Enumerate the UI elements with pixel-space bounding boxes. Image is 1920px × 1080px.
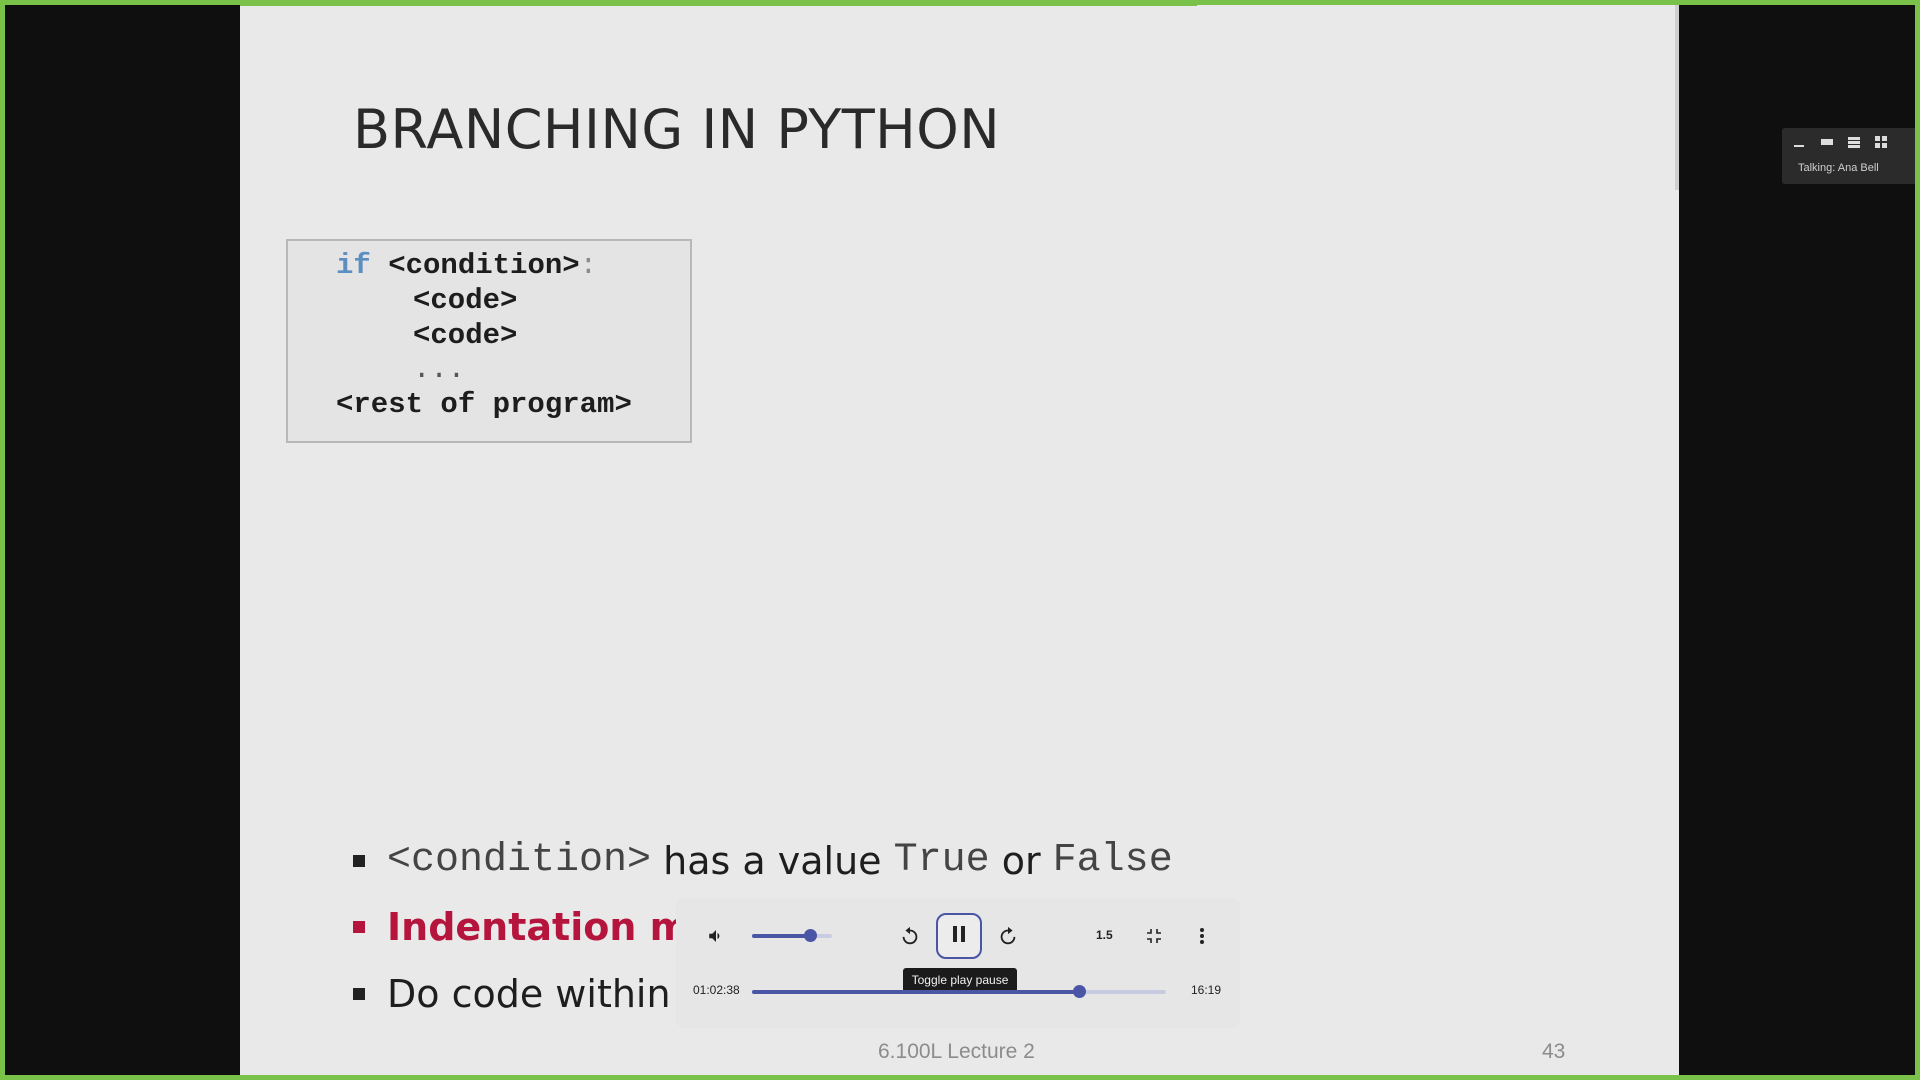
- playback-speed-button[interactable]: 1.5: [1096, 928, 1113, 942]
- bullet-condition: <condition> has a value True or False: [353, 838, 1173, 883]
- seek-bar-fill: [752, 990, 1080, 994]
- bullet-do-code-text: Do code within i: [387, 972, 694, 1016]
- code-condition: <condition>: [370, 249, 580, 282]
- slide-footer-lecture: 6.100L Lecture 2: [878, 1040, 1035, 1063]
- code-line-3: <code>: [413, 319, 518, 352]
- meeting-view-widget: Talking: Ana Bell: [1782, 128, 1920, 184]
- play-pause-button[interactable]: [936, 913, 982, 959]
- volume-icon[interactable]: [706, 926, 726, 946]
- seek-bar[interactable]: [752, 985, 1166, 998]
- exit-fullscreen-icon[interactable]: [1144, 926, 1164, 946]
- code-line-2: <code>: [413, 284, 518, 317]
- video-player-controls: 1.5 Toggle play pause 01:02:38 16:19: [676, 898, 1240, 1028]
- slide-page-number: 43: [1542, 1040, 1566, 1063]
- left-letterbox: [0, 0, 240, 1080]
- bullet-do-code: Do code within i: [353, 972, 693, 1016]
- bullet-marker: [353, 988, 365, 1000]
- slide-title: BRANCHING IN PYTHON: [353, 98, 1001, 161]
- code-block: if <condition>: <code> <code> ... <rest …: [286, 239, 692, 443]
- current-time: 01:02:38: [693, 983, 740, 997]
- grid-view-icon[interactable]: [1873, 135, 1889, 149]
- bullet-condition-code: <condition>: [387, 838, 652, 883]
- pause-icon: [951, 925, 967, 948]
- bullet-marker: [353, 854, 365, 867]
- code-line-ellipsis: ...: [413, 353, 466, 386]
- bullet-condition-text: has a value: [651, 838, 894, 883]
- talking-indicator: Talking: Ana Bell: [1798, 162, 1879, 174]
- forward-15-icon[interactable]: [996, 924, 1020, 948]
- volume-slider-fill: [752, 934, 810, 938]
- seek-bar-thumb[interactable]: [1073, 985, 1087, 998]
- duration: 16:19: [1191, 983, 1222, 997]
- code-keyword-if: if: [336, 249, 371, 282]
- more-options-icon[interactable]: [1192, 926, 1212, 946]
- code-line-if: if <condition>:: [336, 249, 597, 282]
- strip-view-icon[interactable]: [1846, 135, 1862, 149]
- view-options: [1792, 135, 1889, 149]
- volume-slider-thumb[interactable]: [803, 929, 817, 942]
- bullet-false-code: False: [1052, 838, 1173, 883]
- volume-slider[interactable]: [752, 929, 832, 942]
- bullet-true-code: True: [893, 838, 990, 883]
- slide-top-progress-bar: [240, 0, 1197, 6]
- play-pause-tooltip: Toggle play pause: [903, 968, 1017, 992]
- rewind-15-icon[interactable]: [898, 924, 922, 948]
- bullet-marker: [353, 921, 365, 933]
- code-colon: :: [579, 249, 598, 282]
- bullet-or-text: or: [989, 838, 1053, 883]
- speaker-view-icon[interactable]: [1819, 135, 1835, 149]
- slide-edge-shadow: [1675, 0, 1679, 190]
- minimize-icon[interactable]: [1792, 135, 1808, 149]
- code-line-rest: <rest of program>: [336, 388, 632, 421]
